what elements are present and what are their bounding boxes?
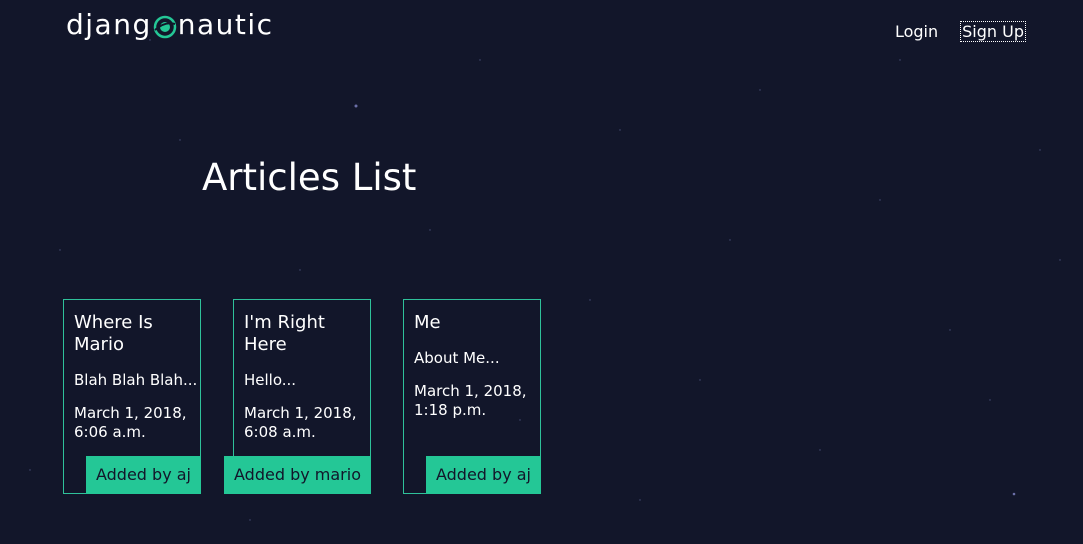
article-title[interactable]: I'm Right Here	[244, 312, 364, 356]
article-snippet: Hello...	[244, 371, 297, 389]
top-nav: Login Sign Up	[894, 21, 1026, 42]
article-snippet: Blah Blah Blah...	[74, 371, 198, 389]
article-author-badge: Added by aj	[425, 456, 541, 494]
article-title[interactable]: Me	[414, 312, 534, 334]
article-title[interactable]: Where Is Mario	[74, 312, 194, 356]
logo-text-right: nautic	[177, 8, 274, 41]
article-date: March 1, 2018, 6:06 a.m.	[74, 404, 187, 441]
article-author-badge: Added by aj	[85, 456, 201, 494]
article-card[interactable]: Me About Me... March 1, 2018, 1:18 p.m. …	[403, 299, 541, 494]
page-title: Articles List	[202, 156, 417, 199]
site-logo[interactable]: djang nautic	[66, 8, 274, 42]
signup-link[interactable]: Sign Up	[960, 21, 1026, 42]
article-date: March 1, 2018, 1:18 p.m.	[414, 382, 527, 419]
logo-text-left: djang	[66, 8, 152, 41]
article-date: March 1, 2018, 6:08 a.m.	[244, 404, 357, 441]
article-card[interactable]: I'm Right Here Hello... March 1, 2018, 6…	[224, 299, 371, 494]
article-card[interactable]: Where Is Mario Blah Blah Blah... March 1…	[63, 299, 201, 494]
article-snippet: About Me...	[414, 349, 500, 367]
article-author-badge: Added by mario	[224, 456, 371, 494]
logo-planet-icon	[153, 15, 176, 38]
login-link[interactable]: Login	[894, 22, 939, 41]
